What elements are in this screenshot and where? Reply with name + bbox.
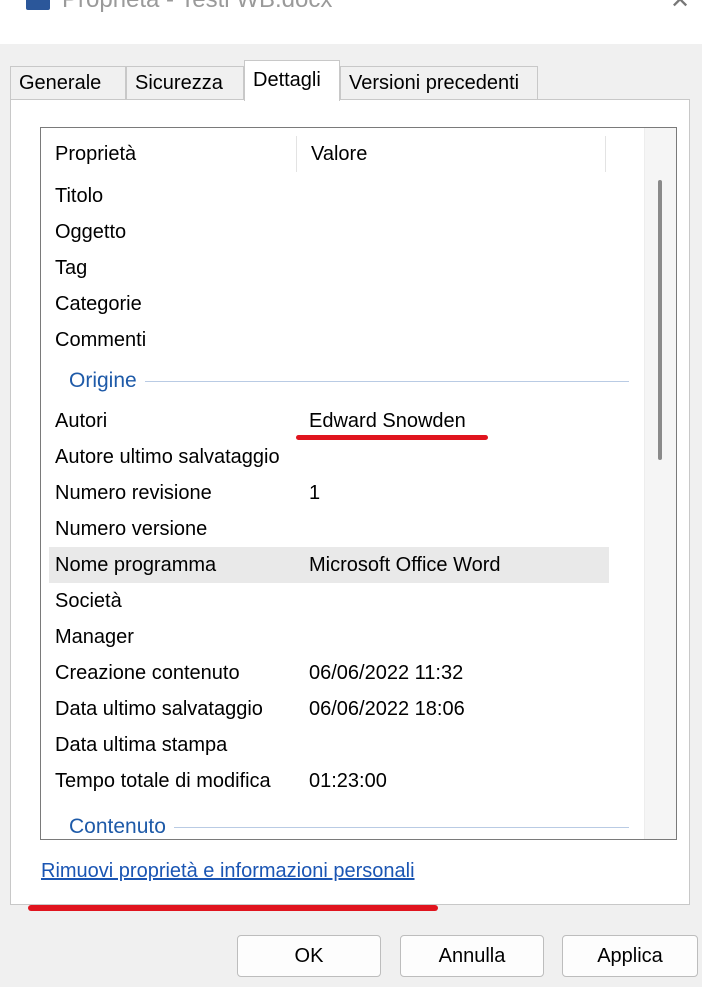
property-value: 1	[309, 482, 321, 504]
vertical-scrollbar[interactable]	[644, 128, 676, 839]
list-item[interactable]: Data ultimo salvataggio 06/06/2022 18:06	[49, 691, 609, 727]
property-value: 01:23:00	[309, 770, 387, 792]
list-item[interactable]: Numero revisione 1	[49, 475, 609, 511]
property-value: 06/06/2022 11:32	[309, 662, 464, 684]
property-value: Microsoft Office Word	[309, 554, 501, 576]
group-header-contenuto: Contenuto	[49, 809, 629, 839]
column-header-property[interactable]: Proprietà	[41, 128, 296, 180]
list-item[interactable]: Numero versione	[49, 511, 609, 547]
property-name: Nome programma	[55, 554, 217, 576]
column-header-value[interactable]: Valore	[297, 128, 605, 180]
cancel-button[interactable]: Annulla	[400, 935, 544, 977]
property-value: 06/06/2022 18:06	[309, 698, 465, 720]
list-item-selected[interactable]: Nome programma Microsoft Office Word	[49, 547, 609, 583]
close-icon[interactable]: ✕	[670, 0, 690, 15]
property-name: Categorie	[55, 293, 142, 315]
column-divider[interactable]	[605, 136, 606, 172]
list-item[interactable]: Tempo totale di modifica 01:23:00	[49, 763, 609, 799]
list-item[interactable]: Tag	[49, 250, 609, 286]
scroll-thumb[interactable]	[658, 180, 662, 460]
property-name: Creazione contenuto	[55, 662, 240, 684]
property-name: Oggetto	[55, 221, 127, 243]
apply-button[interactable]: Applica	[562, 935, 698, 977]
tab-generale[interactable]: Generale	[10, 66, 126, 100]
tab-sicurezza[interactable]: Sicurezza	[126, 66, 244, 100]
property-value: Edward Snowden	[309, 410, 466, 432]
properties-list[interactable]: Proprietà Valore Titolo Oggetto Tag Cate…	[40, 127, 677, 840]
property-name: Commenti	[55, 329, 147, 351]
group-label: Origine	[69, 363, 145, 399]
tab-versioni-precedenti[interactable]: Versioni precedenti	[340, 66, 538, 100]
author-annotation-underline	[296, 435, 488, 440]
property-name: Autore ultimo salvataggio	[55, 446, 280, 468]
group-header-origine: Origine	[49, 363, 629, 399]
list-item[interactable]: Creazione contenuto 06/06/2022 11:32	[49, 655, 609, 691]
property-name: Numero revisione	[55, 482, 212, 504]
property-name: Tempo totale di modifica	[55, 770, 271, 792]
tab-dettagli[interactable]: Dettagli	[244, 60, 340, 101]
title-bar: Proprietà - Testi WB.docx ✕	[0, 0, 702, 44]
details-panel: Proprietà Valore Titolo Oggetto Tag Cate…	[10, 99, 690, 905]
list-item[interactable]: Società	[49, 583, 609, 619]
link-annotation-underline	[28, 905, 438, 911]
property-name: Autori	[55, 410, 108, 432]
property-name: Numero versione	[55, 518, 208, 540]
window-title: Proprietà - Testi WB.docx	[62, 0, 332, 14]
list-header: Proprietà Valore	[41, 128, 641, 180]
list-item[interactable]: Manager	[49, 619, 609, 655]
list-item[interactable]: Autore ultimo salvataggio	[49, 439, 609, 475]
property-name: Manager	[55, 626, 134, 648]
list-item[interactable]: Categorie	[49, 286, 609, 322]
list-item[interactable]: Commenti	[49, 322, 609, 358]
list-item[interactable]: Data ultima stampa	[49, 727, 609, 763]
list-item[interactable]: Oggetto	[49, 214, 609, 250]
remove-properties-link[interactable]: Rimuovi proprietà e informazioni persona…	[41, 860, 415, 883]
property-name: Tag	[55, 257, 88, 279]
word-document-icon	[26, 0, 50, 10]
group-label: Contenuto	[69, 809, 174, 839]
property-name: Data ultimo salvataggio	[55, 698, 263, 720]
list-item[interactable]: Autori Edward Snowden	[49, 403, 609, 439]
property-name: Società	[55, 590, 122, 612]
group-divider	[69, 381, 629, 382]
property-name: Titolo	[55, 185, 104, 207]
list-item[interactable]: Titolo	[49, 178, 609, 214]
ok-button[interactable]: OK	[237, 935, 381, 977]
property-name: Data ultima stampa	[55, 734, 228, 756]
